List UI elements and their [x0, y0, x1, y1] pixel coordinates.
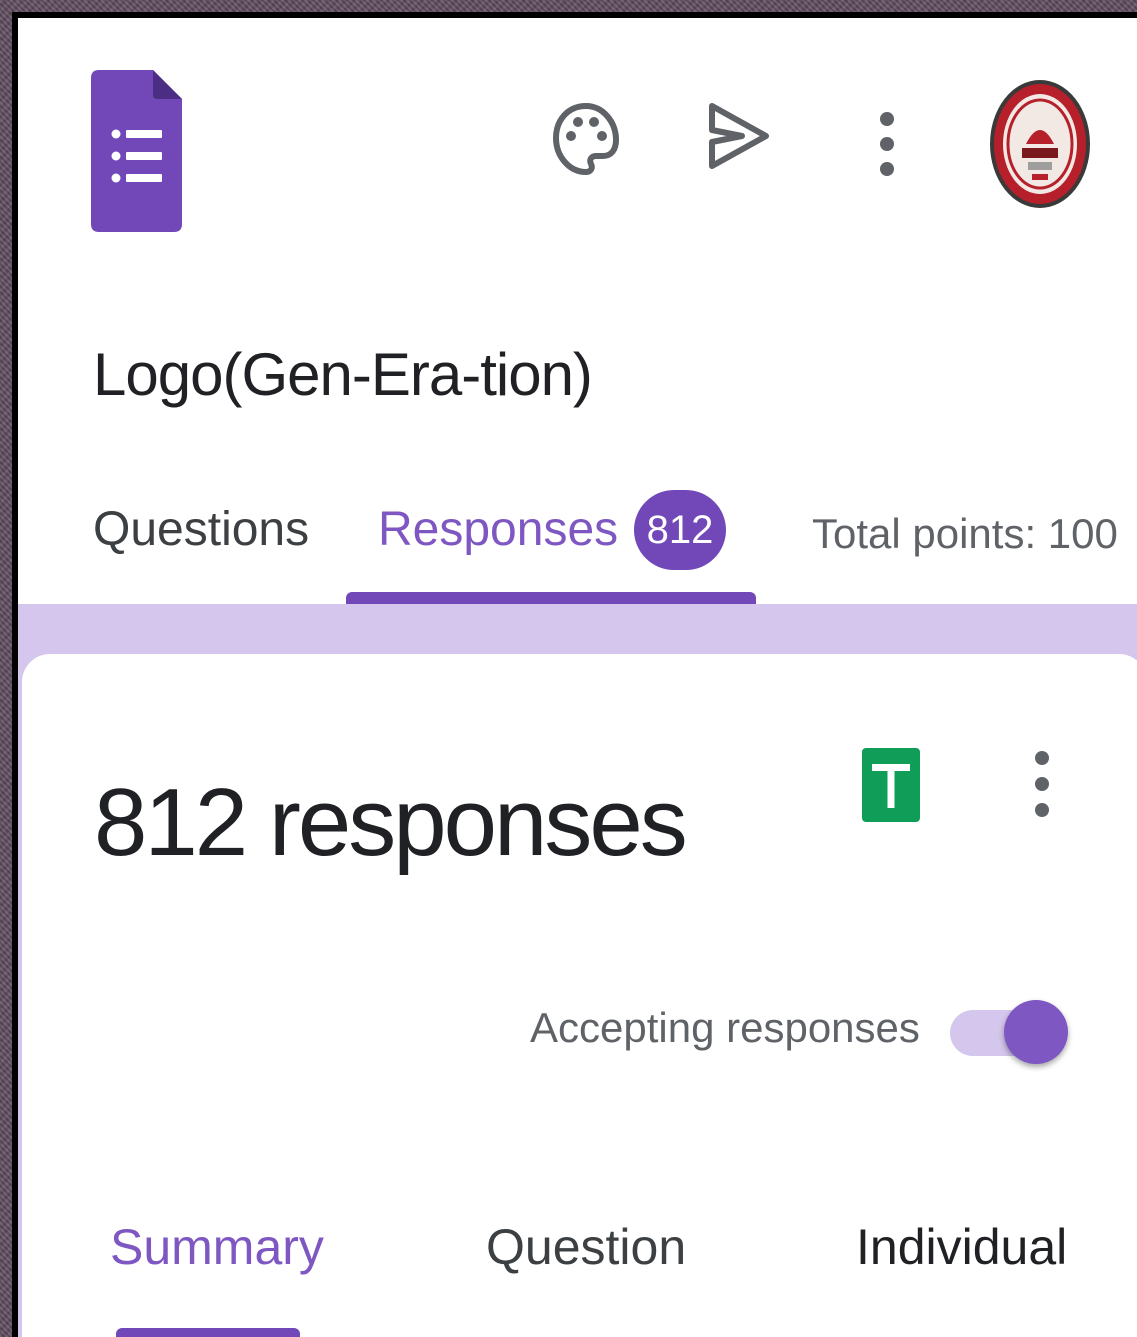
tab-responses[interactable]: Responses: [378, 502, 618, 557]
subtab-summary[interactable]: Summary: [110, 1218, 324, 1276]
subtab-individual[interactable]: Individual: [856, 1218, 1067, 1276]
more-vert-icon[interactable]: [868, 106, 906, 182]
more-options-icon[interactable]: [1024, 748, 1060, 820]
tab-questions[interactable]: Questions: [93, 502, 309, 557]
active-subtab-indicator: [116, 1328, 300, 1337]
accepting-responses-toggle[interactable]: [950, 998, 1070, 1068]
total-points-label: Total points: 100: [812, 510, 1118, 557]
subtab-question[interactable]: Question: [486, 1218, 686, 1276]
send-icon[interactable]: [702, 96, 776, 176]
forms-screen: Logo(Gen-Era-tion) Questions Responses 8…: [18, 18, 1137, 1337]
active-tab-indicator: [346, 592, 756, 604]
accepting-responses-label: Accepting responses: [530, 1004, 920, 1051]
form-title: Logo(Gen-Era-tion): [93, 341, 593, 408]
palette-icon[interactable]: [550, 98, 622, 186]
google-sheets-icon[interactable]: [862, 748, 920, 822]
google-forms-icon[interactable]: [91, 70, 182, 232]
responses-count-heading: 812 responses: [94, 769, 688, 876]
toggle-thumb: [1004, 1000, 1068, 1064]
avatar[interactable]: [988, 78, 1092, 210]
responses-count-badge: 812: [634, 490, 726, 570]
